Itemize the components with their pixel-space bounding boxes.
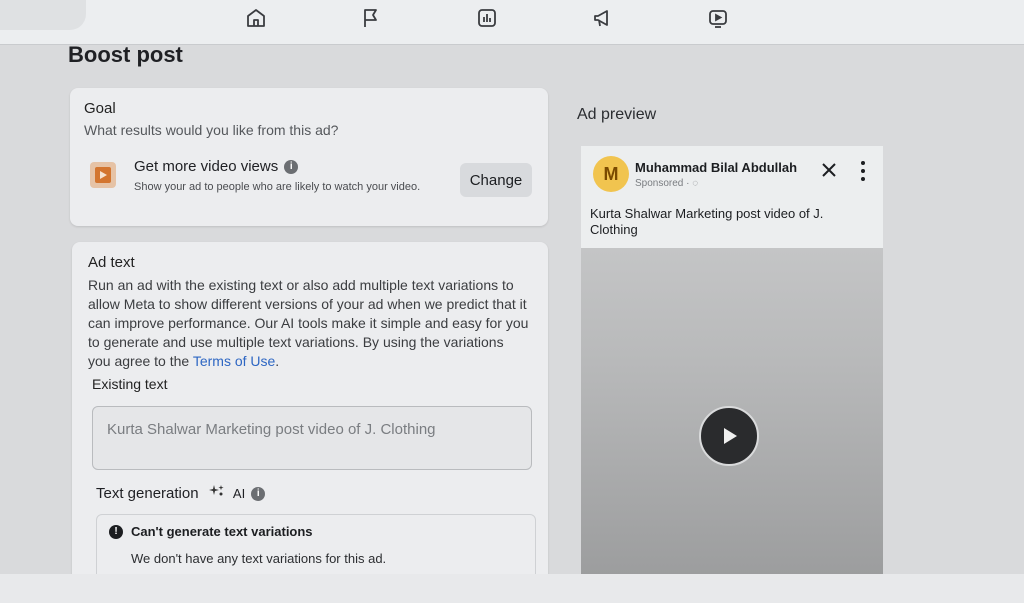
ad-text-heading: Ad text	[88, 254, 135, 271]
bottom-bar	[0, 574, 1024, 603]
play-icon[interactable]	[699, 406, 759, 466]
page-name: Muhammad Bilal Abdullah	[635, 160, 798, 175]
video-preview[interactable]	[581, 248, 883, 576]
notice-body: We don't have any text variations for th…	[131, 551, 387, 566]
megaphone-icon[interactable]	[589, 4, 617, 32]
text-variations-notice: ! Can't generate text variations We don'…	[96, 514, 536, 582]
top-nav-bar	[0, 0, 1024, 45]
ad-text-description: Run an ad with the existing text or also…	[88, 277, 529, 369]
goal-option-row: Get more video views i	[134, 158, 299, 175]
ad-preview-card: M Muhammad Bilal Abdullah Sponsored · ◌ …	[581, 146, 883, 576]
ad-text-card: Ad text Run an ad with the existing text…	[72, 242, 548, 582]
sponsored-label: Sponsored · ◌	[635, 178, 699, 189]
alert-icon: !	[109, 525, 123, 539]
ad-preview-heading: Ad preview	[577, 106, 657, 123]
sparkle-icon	[208, 484, 225, 501]
existing-text-value: Kurta Shalwar Marketing post video of J.…	[107, 421, 436, 438]
home-icon[interactable]	[242, 4, 270, 32]
notice-title: Can't generate text variations	[131, 524, 313, 539]
goal-heading: Goal	[84, 100, 116, 117]
post-text: Kurta Shalwar Marketing post video of J.…	[590, 206, 824, 237]
goal-option-description: Show your ad to people who are likely to…	[134, 181, 421, 193]
flag-icon[interactable]	[357, 4, 385, 32]
ai-info-icon[interactable]: i	[251, 487, 266, 502]
search-area[interactable]	[0, 0, 86, 30]
existing-text-field[interactable]: Kurta Shalwar Marketing post video of J.…	[92, 406, 532, 470]
goal-card: Goal What results would you like from th…	[70, 88, 548, 226]
globe-icon: ◌	[692, 178, 699, 189]
text-generation-row: Text generation AI i	[96, 484, 266, 502]
page-title: Boost post	[68, 42, 183, 67]
change-goal-button[interactable]: Change	[460, 163, 532, 197]
existing-text-label: Existing text	[92, 376, 168, 392]
more-options-icon[interactable]	[859, 160, 867, 182]
text-generation-label: Text generation	[96, 485, 199, 502]
info-icon[interactable]: i	[284, 160, 299, 175]
video-views-icon	[90, 162, 116, 188]
goal-question: What results would you like from this ad…	[84, 122, 339, 138]
video-icon[interactable]	[704, 4, 732, 32]
insights-icon[interactable]	[473, 4, 501, 32]
terms-of-use-link[interactable]: Terms of Use	[193, 353, 275, 369]
ai-label: AI	[232, 486, 246, 501]
avatar: M	[593, 156, 629, 192]
goal-option-title: Get more video views	[134, 158, 279, 175]
close-icon[interactable]	[819, 160, 839, 180]
